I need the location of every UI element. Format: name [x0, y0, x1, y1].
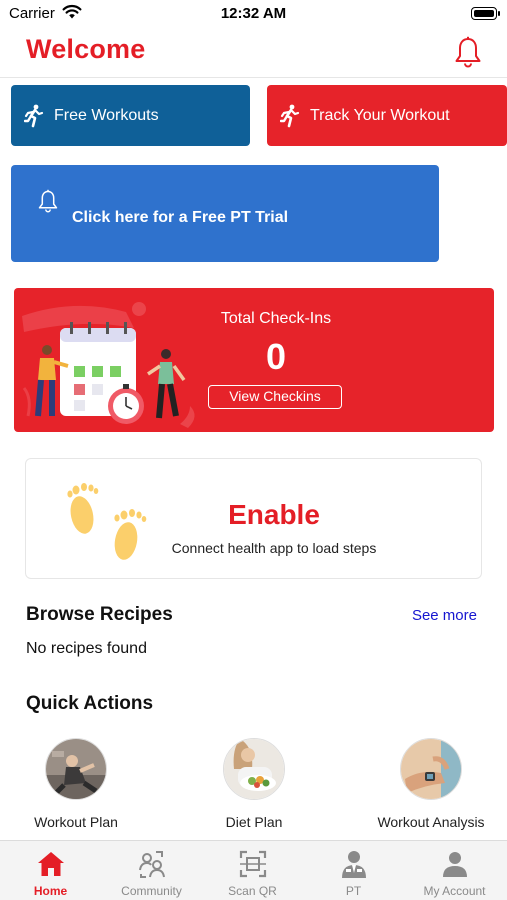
pt-trial-label: Click here for a Free PT Trial — [72, 209, 289, 226]
tab-pt[interactable]: PT — [303, 841, 404, 900]
health-app-subtitle: Connect health app to load steps — [171, 540, 377, 556]
health-steps-card[interactable]: Enable Connect health app to load steps — [25, 458, 482, 579]
free-workouts-label: Free Workouts — [54, 106, 159, 124]
checkins-card: Total Check-Ins 0 View Checkins — [14, 288, 494, 432]
free-pt-trial-button[interactable]: Click here for a Free PT Trial — [11, 165, 439, 262]
track-workout-button[interactable]: Track Your Workout — [267, 85, 507, 146]
quick-action-workout-analysis[interactable]: Workout Analysis — [361, 738, 501, 830]
quick-action-diet-plan[interactable]: Diet Plan — [184, 738, 324, 830]
tab-my-account-label: My Account — [423, 884, 486, 898]
checkins-count: 0 — [265, 336, 287, 377]
tab-home-label: Home — [33, 884, 68, 898]
page-title: Welcome — [26, 34, 146, 64]
free-workouts-button[interactable]: Free Workouts — [11, 85, 250, 146]
account-icon — [443, 852, 467, 877]
quick-actions-heading: Quick Actions — [26, 693, 154, 714]
clock: 12:32 AM — [220, 5, 287, 22]
no-recipes-message: No recipes found — [26, 640, 147, 657]
calendar-illustration — [22, 302, 195, 428]
quick-action-workout-plan[interactable]: Workout Plan — [6, 738, 146, 830]
notification-bell-icon[interactable] — [453, 36, 483, 68]
workout-analysis-label: Workout Analysis — [377, 814, 485, 830]
track-workout-label: Track Your Workout — [310, 106, 450, 124]
workout-analysis-thumbnail — [400, 738, 462, 800]
home-icon — [38, 852, 64, 876]
running-man-icon — [24, 104, 44, 127]
tab-my-account[interactable]: My Account — [404, 841, 505, 900]
scan-qr-icon — [239, 850, 267, 878]
tab-scan-qr-label: Scan QR — [228, 884, 277, 898]
community-icon — [139, 851, 165, 878]
footprints-icon — [67, 483, 147, 560]
tab-scan-qr[interactable]: Scan QR — [202, 841, 303, 900]
see-more-link[interactable]: See more — [412, 607, 477, 624]
view-checkins-button[interactable]: View Checkins — [208, 385, 342, 409]
battery-icon — [471, 7, 500, 20]
checkins-title: Total Check-Ins — [220, 310, 332, 327]
enable-health-label: Enable — [228, 499, 320, 530]
diet-plan-thumbnail — [223, 738, 285, 800]
tab-pt-label: PT — [345, 884, 362, 898]
status-bar: Carrier 12:32 AM — [0, 0, 507, 28]
workout-plan-label: Workout Plan — [34, 814, 118, 830]
running-man-icon — [280, 104, 300, 127]
tab-community[interactable]: Community — [101, 841, 202, 900]
browse-recipes-heading: Browse Recipes — [26, 604, 173, 625]
bell-icon — [38, 189, 58, 213]
tab-community-label: Community — [121, 884, 182, 898]
tab-home[interactable]: Home — [0, 841, 101, 900]
bottom-tab-bar: Home Community Scan QR PT My Account — [0, 840, 507, 900]
diet-plan-label: Diet Plan — [225, 814, 283, 830]
app-header: Welcome — [0, 28, 507, 78]
trainer-icon — [342, 851, 366, 878]
workout-plan-thumbnail — [45, 738, 107, 800]
